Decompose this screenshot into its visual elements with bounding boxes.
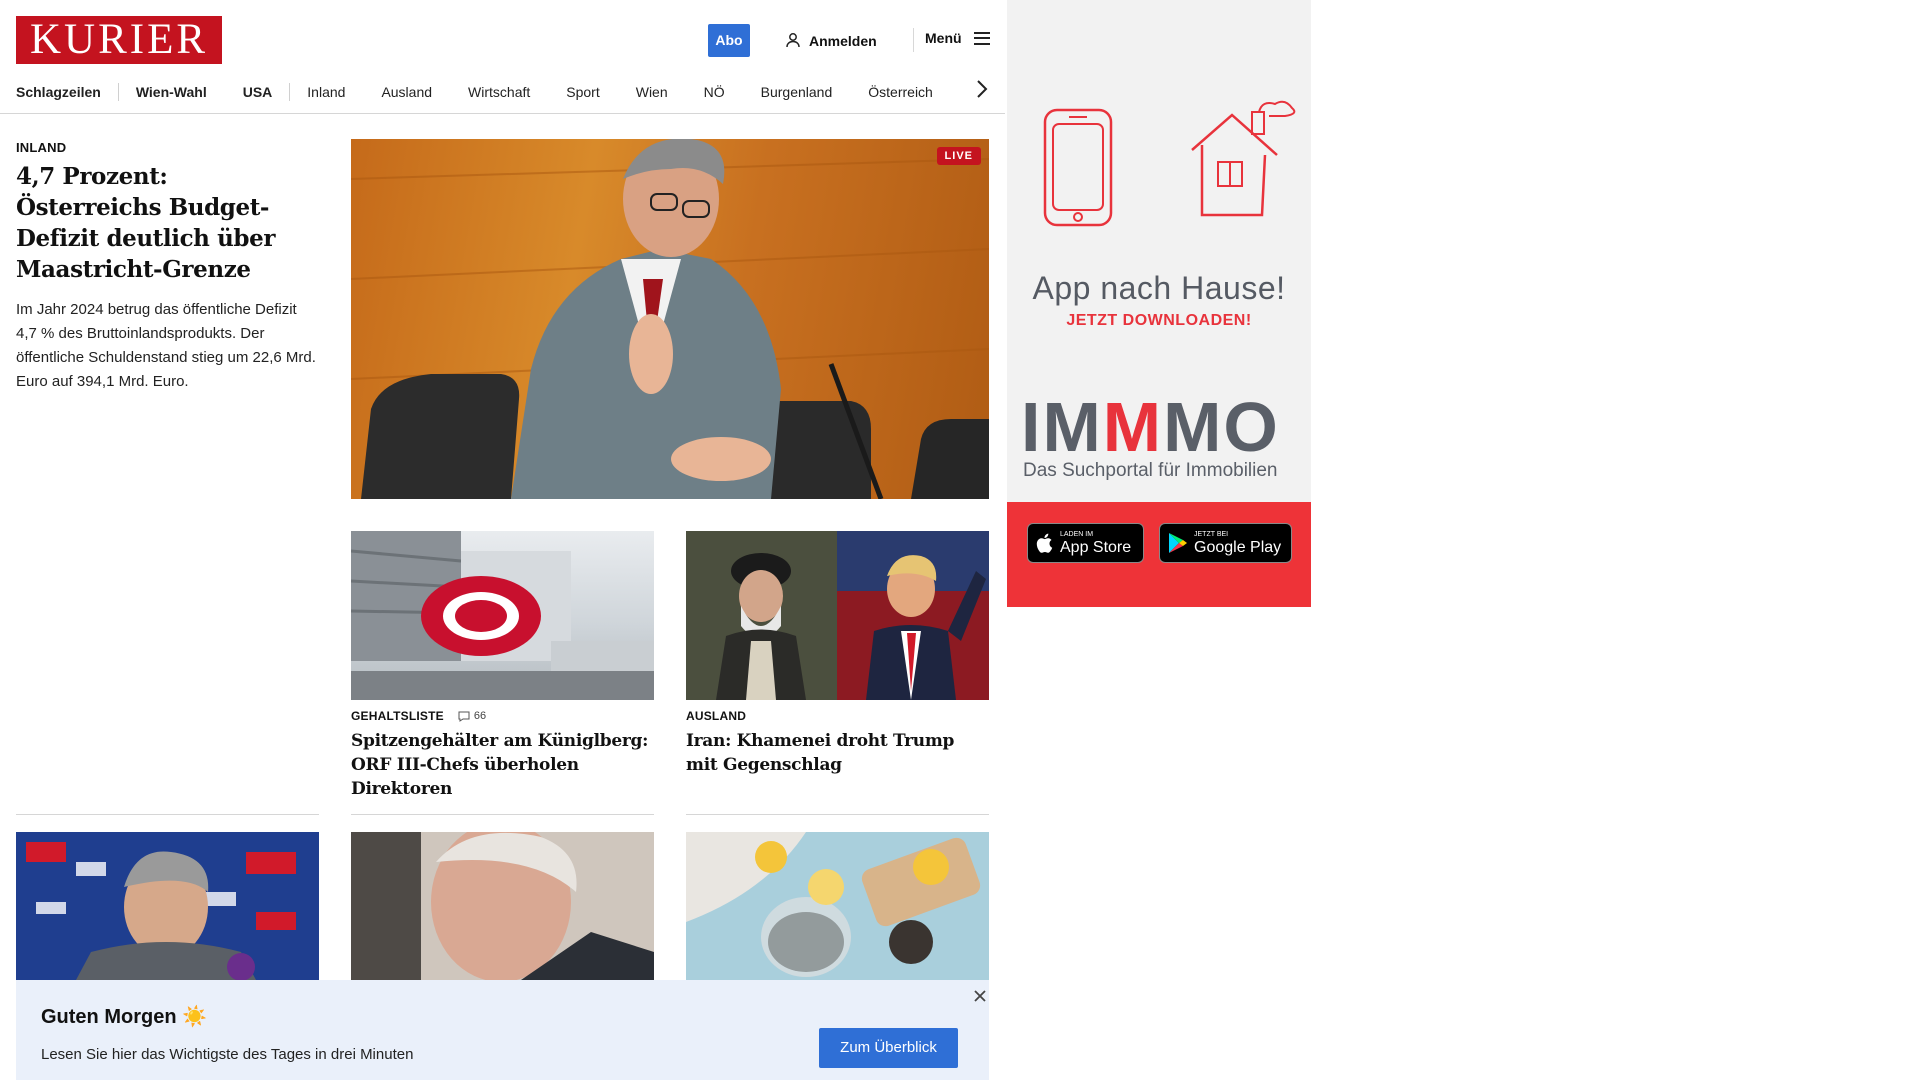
nav-item-inland[interactable]: Inland: [307, 84, 345, 100]
morning-briefing-banner: Guten Morgen ☀️ Lesen Sie hier das Wicht…: [16, 980, 989, 1080]
ad-headline: App nach Hause!: [1032, 270, 1286, 306]
lead-image[interactable]: LIVE: [351, 139, 989, 499]
football-coach-image[interactable]: [16, 832, 319, 980]
header-divider: [913, 28, 914, 52]
login-button[interactable]: Anmelden: [785, 30, 877, 52]
nav-item-wien-wahl[interactable]: Wien-Wahl: [136, 84, 207, 100]
nav-item-burgenland[interactable]: Burgenland: [761, 84, 833, 100]
login-label: Anmelden: [809, 33, 877, 49]
card-headline[interactable]: Spitzengehälter am Küniglberg: ORF III-C…: [351, 729, 654, 801]
live-badge-label: LIVE: [944, 150, 973, 162]
immmo-logo-part-3: MO: [1163, 388, 1280, 466]
nav-item-sport[interactable]: Sport: [566, 84, 599, 100]
phone-house-illustration: [1043, 100, 1296, 227]
google-play-icon: [1169, 533, 1187, 553]
card-headline[interactable]: Iran: Khamenei droht Trump mit Gegenschl…: [686, 729, 989, 777]
banner-title: Guten Morgen ☀️: [41, 1006, 208, 1028]
appstore-big-label: App Store: [1060, 538, 1132, 556]
nav-item-wirtschaft[interactable]: Wirtschaft: [468, 84, 530, 100]
nav-item-noe[interactable]: NÖ: [704, 84, 725, 100]
user-icon: [785, 32, 801, 51]
section-nav: Schlagzeilen Wien-Wahl USA Inland Auslan…: [16, 80, 969, 104]
appstore-small-label: Laden im: [1060, 530, 1094, 538]
hamburger-icon: [973, 31, 990, 45]
abo-button[interactable]: Abo: [708, 24, 750, 57]
kurier-logo[interactable]: KURIER: [16, 16, 222, 64]
row-divider: [16, 814, 319, 815]
close-icon[interactable]: [972, 988, 988, 1004]
lead-kicker: INLAND: [16, 140, 67, 155]
menu-label: Menü: [925, 30, 962, 46]
immmo-logo: IMMMO: [1021, 392, 1280, 462]
nav-item-wien[interactable]: Wien: [636, 84, 668, 100]
immmo-logo-part-1: IM: [1021, 388, 1103, 466]
nav-divider: [117, 83, 119, 101]
king-charles-image[interactable]: [351, 832, 654, 980]
article-card-iran[interactable]: AUSLAND Iran: Khamenei droht Trump mit G…: [686, 531, 989, 777]
overview-button[interactable]: Zum Überblick: [819, 1028, 958, 1068]
lead-teaser: Im Jahr 2024 betrug das öffentliche Defi…: [16, 301, 316, 390]
row-divider: [686, 814, 989, 815]
chia-drink-image[interactable]: [686, 832, 989, 980]
main-column: KURIER Abo Anmelden Menü Schlagzeilen Wi…: [0, 0, 1005, 1080]
google-play-badge[interactable]: JETZT BEI Google Play: [1159, 523, 1292, 563]
nav-divider: [289, 83, 291, 101]
khamenei-trump-image[interactable]: [686, 531, 989, 700]
ad-cta[interactable]: JETZT DOWNLOADEN!: [1007, 312, 1311, 330]
nav-scroll-right-icon[interactable]: [972, 78, 992, 100]
nav-divider-line: [0, 113, 1005, 114]
apple-icon: [1036, 533, 1053, 553]
card-kicker[interactable]: AUSLAND: [686, 709, 746, 723]
live-badge: LIVE: [936, 147, 981, 165]
googleplay-small-label: JETZT BEI: [1194, 530, 1229, 538]
immmo-logo-part-2: M: [1102, 388, 1164, 466]
lead-headline[interactable]: 4,7 Prozent: Österreichs Budget-Defizit …: [16, 161, 316, 285]
ad-tagline: Das Suchportal für Immobilien: [1023, 460, 1278, 481]
app-store-badge[interactable]: Laden im App Store: [1027, 523, 1144, 563]
nav-item-usa[interactable]: USA: [243, 84, 273, 100]
googleplay-big-label: Google Play: [1194, 538, 1282, 556]
nav-item-ausland[interactable]: Ausland: [381, 84, 432, 100]
orf-image[interactable]: [351, 531, 654, 700]
banner-subtitle: Lesen Sie hier das Wichtigste des Tages …: [41, 1046, 414, 1063]
immmo-advertisement[interactable]: App nach Hause! JETZT DOWNLOADEN! IMMMO …: [1007, 0, 1311, 607]
article-card-orf[interactable]: GEHALTSLISTE 66 Spitzengehälter am Künig…: [351, 531, 654, 801]
nav-item-oesterreich[interactable]: Österreich: [868, 84, 933, 100]
comment-count[interactable]: 66: [458, 710, 486, 722]
menu-button[interactable]: Menü: [925, 30, 990, 46]
comment-count-value: 66: [473, 710, 487, 722]
lead-article[interactable]: INLAND 4,7 Prozent: Österreichs Budget-D…: [16, 140, 316, 394]
row-divider: [351, 814, 654, 815]
card-kicker[interactable]: GEHALTSLISTE: [351, 709, 444, 723]
nav-item-schlagzeilen[interactable]: Schlagzeilen: [16, 84, 101, 100]
comment-icon: [458, 711, 470, 722]
